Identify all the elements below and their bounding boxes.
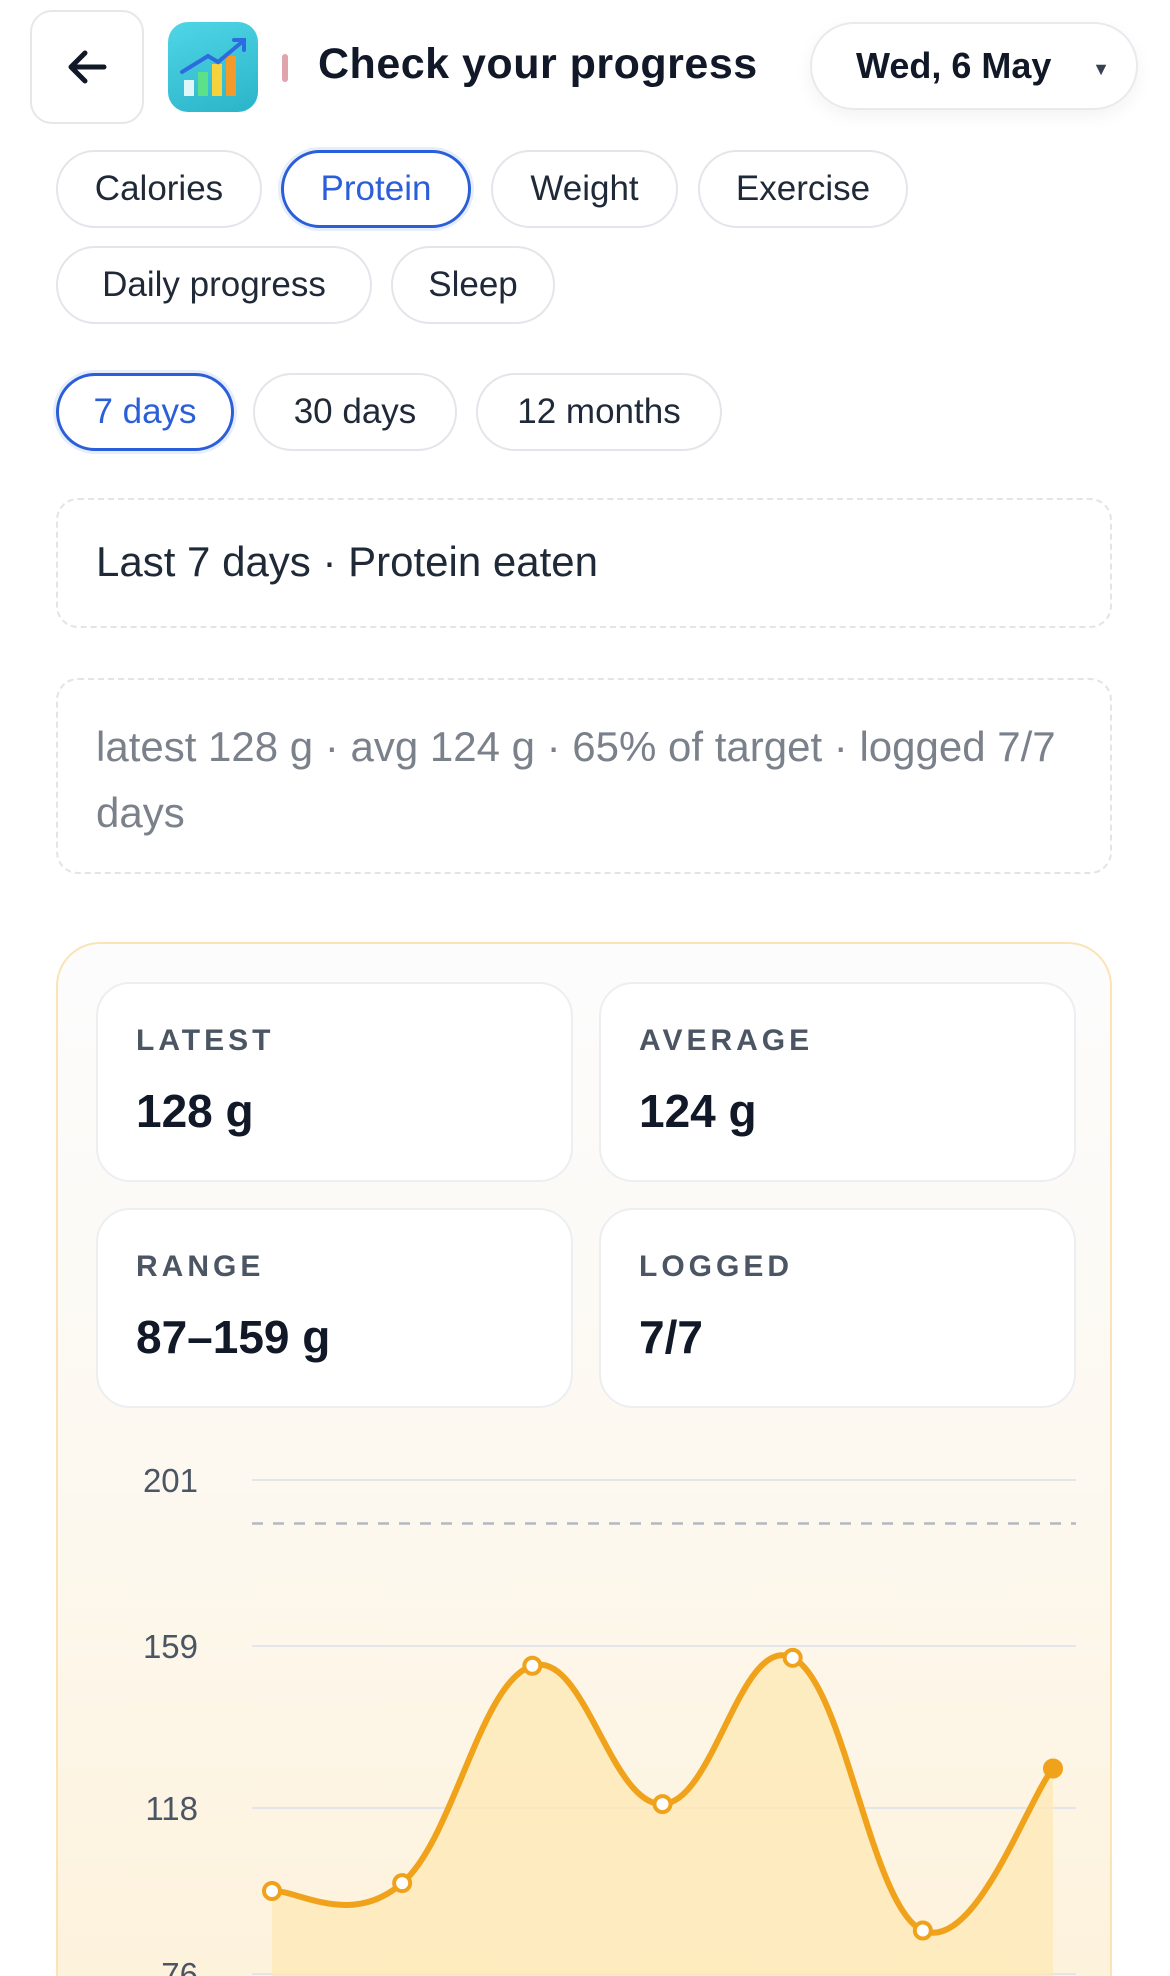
- tab-sleep[interactable]: Sleep: [391, 246, 555, 324]
- tab-exercise[interactable]: Exercise: [698, 150, 908, 228]
- tab-protein[interactable]: Protein: [281, 150, 471, 228]
- summary-stats-box: latest 128 g · avg 124 g · 65% of target…: [56, 678, 1112, 874]
- progress-panel: LATEST 128 g AVERAGE 124 g RANGE 87–159 …: [56, 942, 1112, 1976]
- y-tick-label: 159: [143, 1628, 198, 1665]
- protein-chart: 201 159 118 76: [143, 1462, 1076, 1976]
- range-30-days[interactable]: 30 days: [253, 373, 457, 451]
- title-divider: [282, 54, 288, 82]
- data-point: [912, 1920, 933, 1941]
- header: Check your progress Wed, 6 May ▼: [0, 0, 1170, 135]
- tab-daily-progress[interactable]: Daily progress: [56, 246, 372, 324]
- back-button[interactable]: [30, 10, 144, 124]
- page-title: Check your progress: [318, 40, 758, 88]
- arrow-left-icon: [68, 50, 107, 84]
- summary-heading: Last 7 days · Protein eaten: [96, 538, 598, 585]
- data-point: [652, 1794, 673, 1815]
- data-point: [262, 1881, 282, 1902]
- data-point: [522, 1655, 543, 1676]
- summary-stats: latest 128 g · avg 124 g · 65% of target…: [96, 723, 1056, 836]
- tab-calories[interactable]: Calories: [56, 150, 262, 228]
- y-tick-label: 76: [161, 1956, 198, 1976]
- tab-weight[interactable]: Weight: [491, 150, 678, 228]
- summary-heading-box: Last 7 days · Protein eaten: [56, 498, 1112, 628]
- date-selector[interactable]: Wed, 6 May ▼: [810, 22, 1138, 110]
- date-label: Wed, 6 May: [856, 45, 1052, 86]
- y-tick-label: 201: [143, 1462, 198, 1499]
- bar-chart-app-icon: [168, 22, 258, 112]
- range-12-months[interactable]: 12 months: [476, 373, 722, 451]
- data-point: [782, 1647, 803, 1668]
- y-tick-label: 118: [145, 1790, 198, 1827]
- data-point: [392, 1873, 413, 1894]
- range-7-days[interactable]: 7 days: [56, 373, 234, 451]
- series-area: [272, 1655, 1053, 1976]
- caret-down-icon: ▼: [1092, 59, 1110, 79]
- data-point: [1043, 1758, 1063, 1779]
